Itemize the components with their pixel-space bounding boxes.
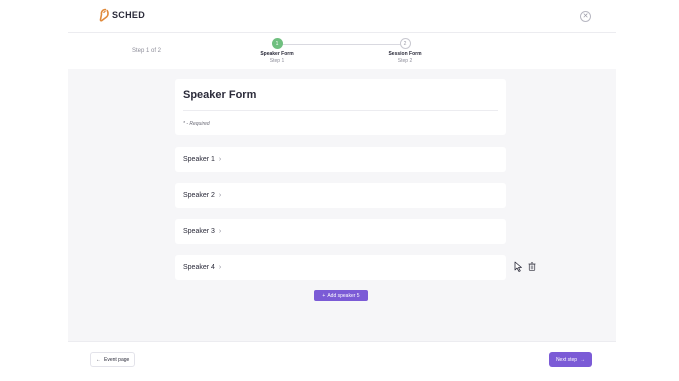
- speaker-row-1[interactable]: Speaker 1 ›: [175, 147, 506, 172]
- step-speaker-form: 1 Speaker Form Step 1: [247, 38, 307, 64]
- speaker-row-2[interactable]: Speaker 2 ›: [175, 183, 506, 208]
- speaker-label: Speaker 1: [183, 156, 215, 163]
- add-speaker-button[interactable]: + Add speaker 5: [314, 290, 368, 301]
- chevron-right-icon: ›: [218, 192, 222, 199]
- footer-bar: ← Event page Next step →: [68, 341, 616, 381]
- next-step-button[interactable]: Next step →: [549, 352, 592, 367]
- progress-stepper: Step 1 of 2 1 Speaker Form Step 1 2 Sess…: [68, 33, 616, 69]
- brand-name: SCHED: [112, 10, 146, 20]
- close-button[interactable]: ✕: [580, 11, 591, 22]
- chevron-right-icon: ›: [218, 264, 222, 271]
- speaker-label: Speaker 4: [183, 264, 215, 271]
- arrow-left-icon: ←: [96, 356, 101, 363]
- step-indicator-active: 1: [271, 38, 283, 49]
- cursor-icon: [514, 261, 522, 272]
- chevron-right-icon: ›: [218, 156, 222, 163]
- step-session-form: 2 Session Form Step 2: [375, 38, 435, 64]
- next-label: Next step: [555, 356, 578, 363]
- close-icon: ✕: [582, 13, 589, 20]
- mouse-cursor-icon: [513, 261, 523, 272]
- step-name: Speaker Form: [260, 51, 294, 57]
- step-sub: Step 1: [269, 58, 285, 64]
- speaker-row-3[interactable]: Speaker 3 ›: [175, 219, 506, 244]
- step-count: Step 1 of 2: [132, 48, 162, 54]
- speaker-row-actions: [513, 261, 537, 272]
- plus-icon: +: [322, 292, 326, 299]
- step-name: Session Form: [388, 51, 422, 57]
- arrow-right-icon: →: [580, 356, 586, 363]
- speaker-label: Speaker 3: [183, 228, 215, 235]
- step-sub: Step 2: [397, 58, 413, 64]
- sched-logo[interactable]: SCHED: [98, 8, 145, 22]
- delete-speaker-button[interactable]: [527, 261, 537, 271]
- trash-icon: [528, 261, 536, 271]
- add-speaker-label: Add speaker 5: [327, 292, 360, 299]
- required-note: * - Required: [183, 121, 210, 127]
- step-number: 1: [275, 40, 279, 47]
- top-header: SCHED ✕: [68, 0, 616, 33]
- form-content: Speaker Form * - Required Speaker 1 › Sp…: [68, 69, 616, 341]
- event-page-button[interactable]: ← Event page: [90, 352, 136, 367]
- speaker-label: Speaker 2: [183, 192, 215, 199]
- step-number: 2: [403, 40, 407, 47]
- chevron-right-icon: ›: [218, 228, 222, 235]
- step-indicator-inactive: 2: [399, 38, 411, 49]
- speaker-form-card: Speaker Form * - Required: [175, 79, 506, 135]
- back-label: Event page: [104, 356, 130, 363]
- page-title: Speaker Form: [183, 89, 257, 101]
- sched-logo-icon: [99, 8, 109, 22]
- speaker-row-4[interactable]: Speaker 4 ›: [175, 255, 506, 280]
- divider: [183, 110, 498, 111]
